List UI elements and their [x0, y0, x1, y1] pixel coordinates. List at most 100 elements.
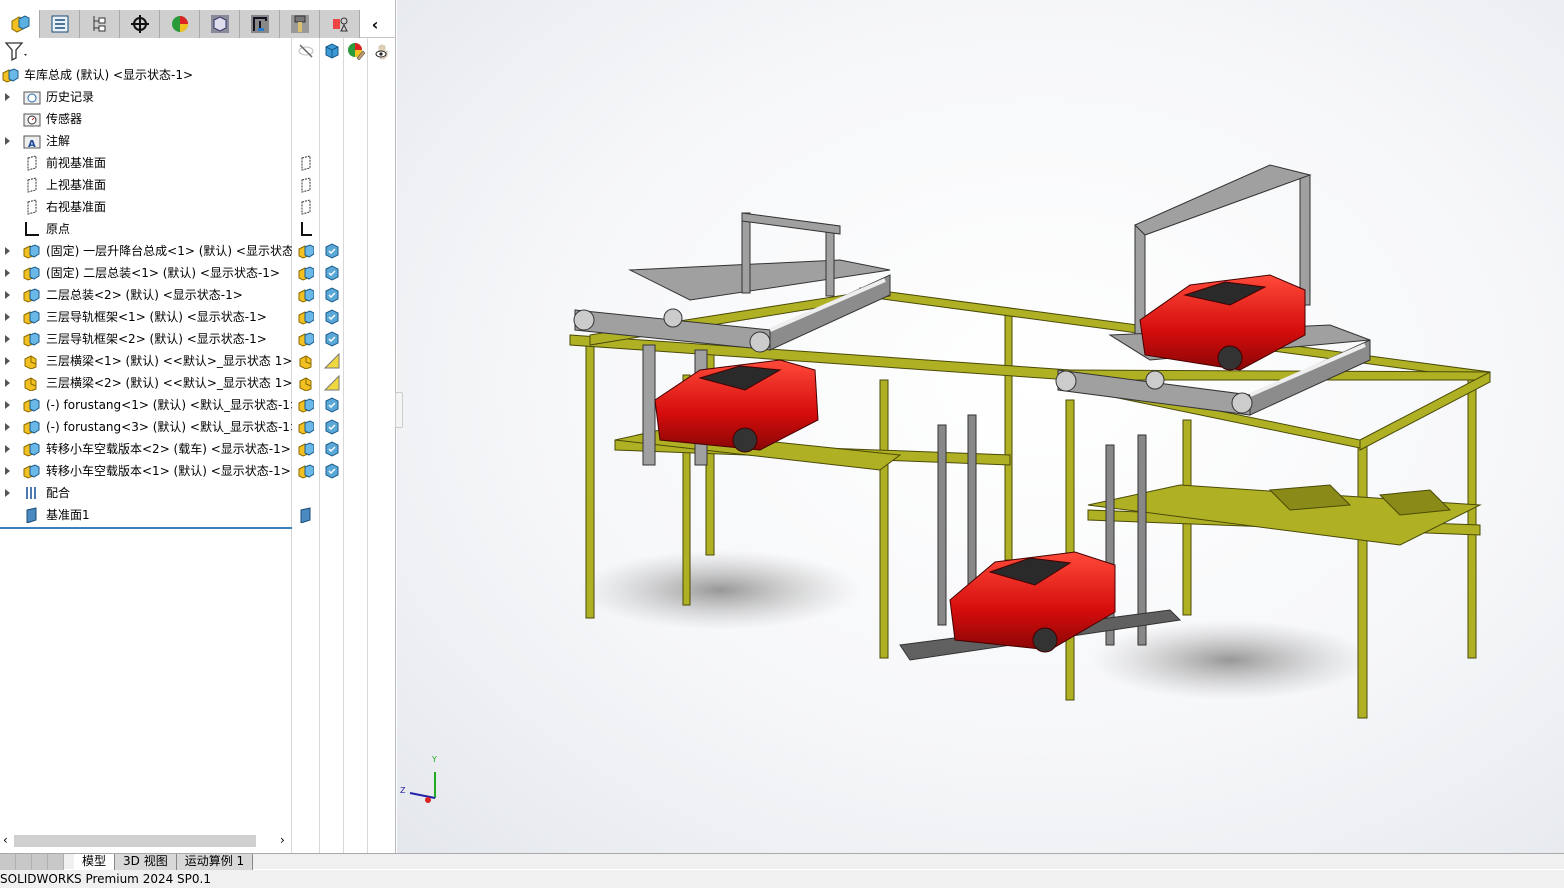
manager-tab-dimxpertmanager[interactable]	[120, 10, 160, 38]
tree-item[interactable]: (固定) 二层总装<1> (默认) <显示状态-1>	[0, 262, 292, 284]
appearance-state-icon[interactable]	[324, 331, 340, 347]
graphics-area[interactable]: Y Z	[397, 0, 1564, 853]
manager-tab-cam-feature-tree[interactable]	[200, 10, 240, 38]
manager-tab-propertymanager[interactable]	[40, 10, 80, 38]
assembly-icon	[23, 398, 40, 413]
plane-state-icon[interactable]	[298, 199, 314, 215]
assembly-state-icon[interactable]	[298, 419, 314, 435]
tree-item[interactable]: 传感器	[0, 108, 292, 130]
assembly-state-icon[interactable]	[298, 309, 314, 325]
manager-tab-cam-operation-tree[interactable]	[240, 10, 280, 38]
tree-item[interactable]: 原点	[0, 218, 292, 240]
panel-splitter[interactable]	[395, 392, 403, 428]
tree-item[interactable]: (-) forustang<1> (默认) <默认_显示状态-1>	[0, 394, 292, 416]
horizontal-scrollbar[interactable]: ‹ ›	[0, 833, 292, 849]
tree-item[interactable]: 上视基准面	[0, 174, 292, 196]
tree-item[interactable]: (固定) 一层升降台总成<1> (默认) <显示状态-1>	[0, 240, 292, 262]
next-tab-icon[interactable]	[32, 854, 48, 870]
assembly-state-icon[interactable]	[298, 397, 314, 413]
scroll-right-icon[interactable]: ›	[280, 833, 285, 847]
expand-arrow-icon[interactable]	[5, 247, 10, 255]
tree-item[interactable]: 三层导轨框架<1> (默认) <显示状态-1>	[0, 306, 292, 328]
appearance-state-icon[interactable]	[324, 397, 340, 413]
expand-arrow-icon[interactable]	[5, 379, 10, 387]
expand-arrow-icon[interactable]	[5, 467, 10, 475]
tree-item[interactable]: 基准面1	[0, 504, 292, 526]
manager-tab-featuremanager-tree[interactable]	[0, 10, 40, 38]
tree-item[interactable]: 前视基准面	[0, 152, 292, 174]
manager-tab-simulation[interactable]	[320, 10, 360, 38]
assembly-state-icon[interactable]	[298, 463, 314, 479]
manager-tab-configurationmanager[interactable]	[80, 10, 120, 38]
yellow-state-icon[interactable]	[324, 353, 340, 369]
tree-item[interactable]: 右视基准面	[0, 196, 292, 218]
manager-tab-displaymanager[interactable]	[160, 10, 200, 38]
rollback-bar[interactable]	[0, 527, 292, 529]
first-tab-icon[interactable]	[0, 854, 16, 870]
assembly-state-icon[interactable]	[298, 287, 314, 303]
tree-item[interactable]: 配合	[0, 482, 292, 504]
tree-item[interactable]: 转移小车空载版本<1> (默认) <显示状态-1>	[0, 460, 292, 482]
tab-model[interactable]: 模型	[74, 854, 116, 870]
manager-tab-cam-tool-tree[interactable]	[280, 10, 320, 38]
transparency-icon[interactable]	[368, 38, 395, 64]
expand-arrow-icon[interactable]	[5, 423, 10, 431]
tree-item[interactable]: 二层总装<2> (默认) <显示状态-1>	[0, 284, 292, 306]
tab-3d-view[interactable]: 3D 视图	[115, 854, 177, 870]
triad-y-label: Y	[431, 755, 437, 764]
appearance-icon[interactable]	[344, 38, 367, 64]
garage-assembly-model[interactable]: Y Z	[397, 0, 1564, 853]
tree-item-label: 上视基准面	[46, 178, 107, 192]
scrollbar-thumb[interactable]	[14, 835, 256, 847]
part-state-icon[interactable]	[298, 375, 314, 391]
plane-state-icon[interactable]	[298, 155, 314, 171]
expand-arrow-icon[interactable]	[5, 291, 10, 299]
expand-arrow-icon[interactable]	[5, 335, 10, 343]
expand-arrow-icon[interactable]	[5, 445, 10, 453]
appearance-state-icon[interactable]	[324, 441, 340, 457]
tree-item[interactable]: 转移小车空载版本<2> (载车) <显示状态-1>	[0, 438, 292, 460]
expand-arrow-icon[interactable]	[5, 401, 10, 409]
last-tab-icon[interactable]	[48, 854, 64, 870]
filter-icon[interactable]	[4, 40, 30, 62]
assembly-icon	[23, 420, 40, 435]
plane-icon	[27, 199, 37, 215]
tree-item[interactable]: 三层导轨框架<2> (默认) <显示状态-1>	[0, 328, 292, 350]
part-state-icon[interactable]	[298, 353, 314, 369]
prev-tab-icon[interactable]	[16, 854, 32, 870]
appearance-state-icon[interactable]	[324, 419, 340, 435]
expand-arrow-icon[interactable]	[5, 269, 10, 277]
tree-item[interactable]: 三层横梁<2> (默认) <<默认>_显示状态 1>	[0, 372, 292, 394]
assembly-state-icon[interactable]	[298, 441, 314, 457]
appearance-state-icon[interactable]	[324, 309, 340, 325]
origin-state-icon[interactable]	[298, 221, 314, 237]
assembly-state-icon[interactable]	[298, 243, 314, 259]
expand-arrow-icon[interactable]	[5, 313, 10, 321]
tree-item[interactable]: (-) forustang<3> (默认) <默认_显示状态-1>	[0, 416, 292, 438]
tree-item-label: 三层导轨框架<2> (默认) <显示状态-1>	[46, 332, 267, 346]
expand-arrow-icon[interactable]	[5, 489, 10, 497]
expand-arrow-icon[interactable]	[5, 357, 10, 365]
tree-root[interactable]: 车库总成 (默认) <显示状态-1>	[0, 64, 292, 86]
assembly-state-icon[interactable]	[298, 331, 314, 347]
collapse-panel-button[interactable]: ‹	[360, 10, 390, 38]
assembly-state-icon[interactable]	[298, 265, 314, 281]
appearance-state-icon[interactable]	[324, 265, 340, 281]
tree-item[interactable]: 历史记录	[0, 86, 292, 108]
tree-item[interactable]: A 注解	[0, 130, 292, 152]
tree-item-label: (-) forustang<3> (默认) <默认_显示状态-1>	[46, 420, 292, 434]
planesolid-state-icon[interactable]	[298, 507, 314, 523]
expand-arrow-icon[interactable]	[5, 93, 10, 101]
appearance-state-icon[interactable]	[324, 243, 340, 259]
expand-arrow-icon[interactable]	[5, 137, 10, 145]
plane-state-icon[interactable]	[298, 177, 314, 193]
appearance-state-icon[interactable]	[324, 463, 340, 479]
yellow-state-icon[interactable]	[324, 375, 340, 391]
scroll-left-icon[interactable]: ‹	[3, 833, 8, 847]
tree-item[interactable]: 三层横梁<1> (默认) <<默认>_显示状态 1>	[0, 350, 292, 372]
appearance-state-icon[interactable]	[324, 287, 340, 303]
display-mode-icon[interactable]	[320, 38, 343, 64]
tab-motion-study[interactable]: 运动算例 1	[176, 854, 254, 870]
cam-operation-tree-icon	[250, 15, 269, 33]
hide-show-icon[interactable]	[292, 38, 319, 64]
